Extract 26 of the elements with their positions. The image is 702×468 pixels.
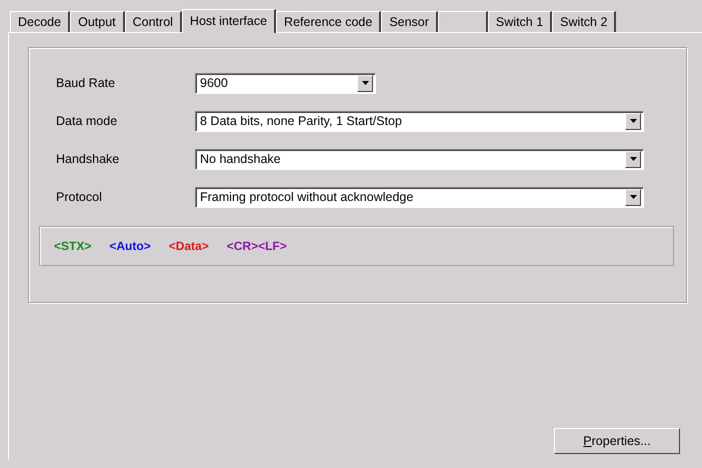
field-label: Protocol xyxy=(55,188,103,206)
frame-token: <CR><LF> xyxy=(226,238,287,255)
tab[interactable]: Switch 2 xyxy=(552,11,616,32)
tab[interactable] xyxy=(438,11,488,32)
tab[interactable]: Output xyxy=(70,11,125,32)
field-label: Handshake xyxy=(55,150,120,168)
properties-button[interactable]: Properties... xyxy=(554,428,680,454)
dropdown-arrow-icon xyxy=(630,157,636,161)
dropdown-arrow-icon xyxy=(362,81,368,85)
frame-token: <STX> xyxy=(54,238,92,255)
tab[interactable]: Decode xyxy=(10,11,70,32)
frame-token: <Auto> xyxy=(109,238,151,255)
dropdown[interactable]: Framing protocol without acknowledge xyxy=(195,186,644,208)
tab[interactable]: Reference code xyxy=(276,11,382,32)
dropdown[interactable]: 9600 xyxy=(195,72,376,94)
dropdown[interactable]: 8 Data bits, none Parity, 1 Start/Stop xyxy=(195,110,644,132)
field-label: Baud Rate xyxy=(55,74,116,92)
dropdown-arrow-icon xyxy=(630,195,636,199)
tab[interactable]: Sensor xyxy=(381,11,438,32)
tab[interactable]: Switch 1 xyxy=(488,11,552,32)
field-label: Data mode xyxy=(55,112,118,130)
dropdown-arrow-icon xyxy=(630,119,636,123)
tab[interactable]: Control xyxy=(124,11,182,32)
tab[interactable]: Host interface xyxy=(182,9,276,33)
dropdown[interactable]: No handshake xyxy=(195,148,644,170)
frame-token: <Data> xyxy=(168,238,209,255)
